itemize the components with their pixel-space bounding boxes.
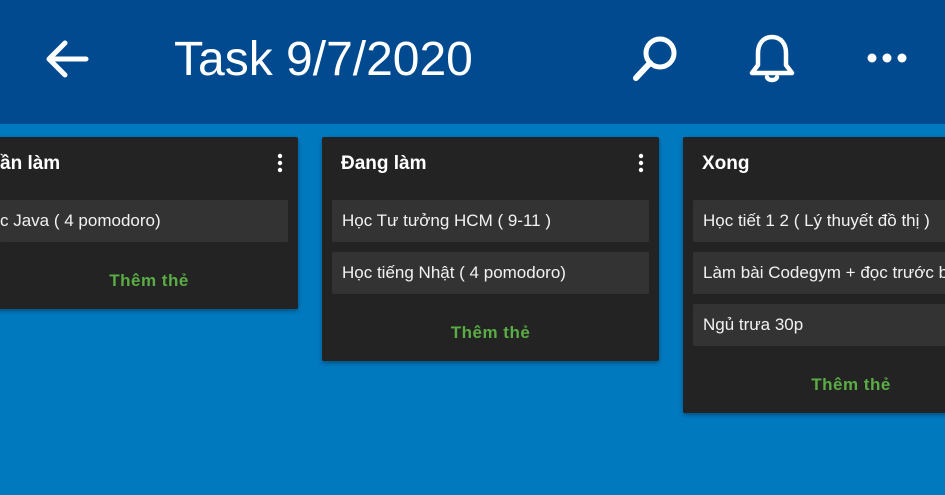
add-card-button[interactable]: Thêm thẻ xyxy=(0,271,298,291)
app-bar: Task 9/7/2020 xyxy=(0,0,945,124)
bell-icon xyxy=(749,34,795,83)
search-icon xyxy=(633,36,677,81)
back-button[interactable] xyxy=(44,38,90,80)
card[interactable]: Ngủ trưa 30p xyxy=(693,304,945,346)
list-title: Đang làm xyxy=(341,153,427,174)
list-menu-button[interactable] xyxy=(272,151,288,175)
search-button[interactable] xyxy=(630,34,680,84)
list-menu-button[interactable] xyxy=(633,151,649,175)
more-vertical-icon xyxy=(638,153,644,173)
arrow-left-icon xyxy=(46,40,89,78)
page-title: Task 9/7/2020 xyxy=(174,33,473,86)
list-title: ần làm xyxy=(0,153,61,174)
card[interactable]: Học tiếng Nhật ( 4 pomodoro) xyxy=(332,252,649,294)
list-header: Xong xyxy=(683,137,945,191)
list-header: ần làm xyxy=(0,137,298,191)
card[interactable]: Làm bài Codegym + đọc trước b xyxy=(693,252,945,294)
add-card-button[interactable]: Thêm thẻ xyxy=(683,375,945,395)
card[interactable]: Học tiết 1 2 ( Lý thuyết đồ thị ) xyxy=(693,200,945,242)
list-done: Xong Học tiết 1 2 ( Lý thuyết đồ thị ) L… xyxy=(683,137,945,413)
card[interactable]: c Java ( 4 pomodoro) xyxy=(0,200,288,242)
list-doing: Đang làm Học Tư tưởng HCM ( 9-11 ) Học t… xyxy=(322,137,659,361)
notifications-button[interactable] xyxy=(746,32,798,84)
more-vertical-icon xyxy=(277,153,283,173)
add-card-button[interactable]: Thêm thẻ xyxy=(322,323,659,343)
more-options-button[interactable] xyxy=(862,44,912,72)
board: ần làm c Java ( 4 pomodoro) Thêm thẻ Đan… xyxy=(0,124,945,495)
more-horizontal-icon xyxy=(867,53,907,63)
list-header: Đang làm xyxy=(322,137,659,191)
list-todo: ần làm c Java ( 4 pomodoro) Thêm thẻ xyxy=(0,137,298,309)
list-title: Xong xyxy=(702,153,750,174)
card[interactable]: Học Tư tưởng HCM ( 9-11 ) xyxy=(332,200,649,242)
